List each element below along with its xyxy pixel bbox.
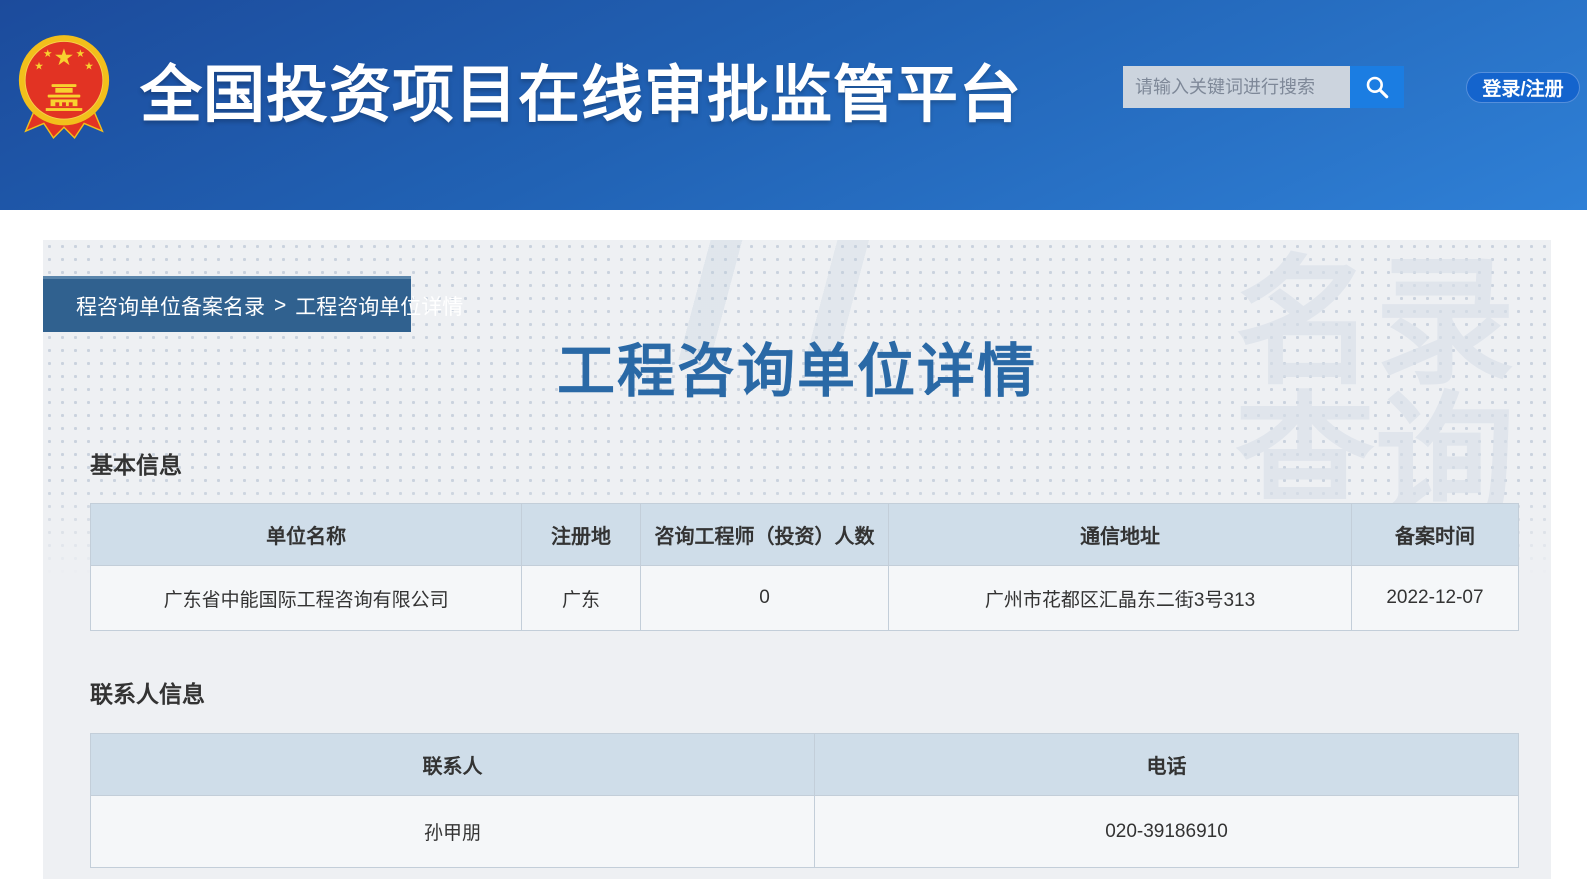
address-cell: 广州市花都区汇晶东二街3号313 [889,566,1352,631]
basic-info-heading: 基本信息 [90,446,182,480]
phone-cell: 020-39186910 [814,796,1518,868]
contact-info-table: 联系人 电话 孙甲朋 020-39186910 [90,733,1519,868]
site-title: 全国投资项目在线审批监管平台 [140,44,1022,134]
column-header: 通信地址 [889,504,1352,566]
breadcrumb-current: 工程咨询单位详情 [295,291,463,321]
content-card: 名录 查询 程咨询单位备案名录 > 工程咨询单位详情 工程咨询单位详情 基本信息… [43,240,1551,879]
table-header-row: 联系人 电话 [91,734,1519,796]
svg-text:★: ★ [76,48,85,60]
svg-text:★: ★ [43,48,52,60]
column-header: 电话 [814,734,1518,796]
breadcrumb-trail-link[interactable]: 程咨询单位备案名录 [76,291,265,321]
search-button[interactable] [1350,66,1404,108]
registration-place-cell: 广东 [522,566,641,631]
breadcrumb-separator: > [274,294,286,318]
table-row: 广东省中能国际工程咨询有限公司 广东 0 广州市花都区汇晶东二街3号313 20… [91,566,1519,631]
column-header: 备案时间 [1351,504,1518,566]
column-header: 咨询工程师（投资）人数 [640,504,888,566]
engineer-count-cell: 0 [640,566,888,631]
svg-text:★: ★ [84,61,93,73]
search-input[interactable] [1123,66,1350,108]
basic-info-table: 单位名称 注册地 咨询工程师（投资）人数 通信地址 备案时间 广东省中能国际工程… [90,503,1519,631]
contact-info-heading: 联系人信息 [90,675,205,709]
record-date-cell: 2022-12-07 [1351,566,1518,631]
column-header: 联系人 [91,734,815,796]
national-emblem-icon: ★ ★ ★ ★ ★ [16,32,112,140]
table-header-row: 单位名称 注册地 咨询工程师（投资）人数 通信地址 备案时间 [91,504,1519,566]
svg-text:★: ★ [54,44,75,70]
table-row: 孙甲朋 020-39186910 [91,796,1519,868]
unit-name-cell: 广东省中能国际工程咨询有限公司 [91,566,522,631]
search-bar [1123,66,1404,108]
contact-name-cell: 孙甲朋 [91,796,815,868]
search-icon [1364,74,1390,100]
page-title: 工程咨询单位详情 [43,324,1551,408]
column-header: 注册地 [522,504,641,566]
site-header: ★ ★ ★ ★ ★ 全国投资项目在线审批监管平台 登录/注册 [0,0,1587,210]
column-header: 单位名称 [91,504,522,566]
svg-text:★: ★ [34,61,43,73]
login-register-button[interactable]: 登录/注册 [1466,72,1580,103]
